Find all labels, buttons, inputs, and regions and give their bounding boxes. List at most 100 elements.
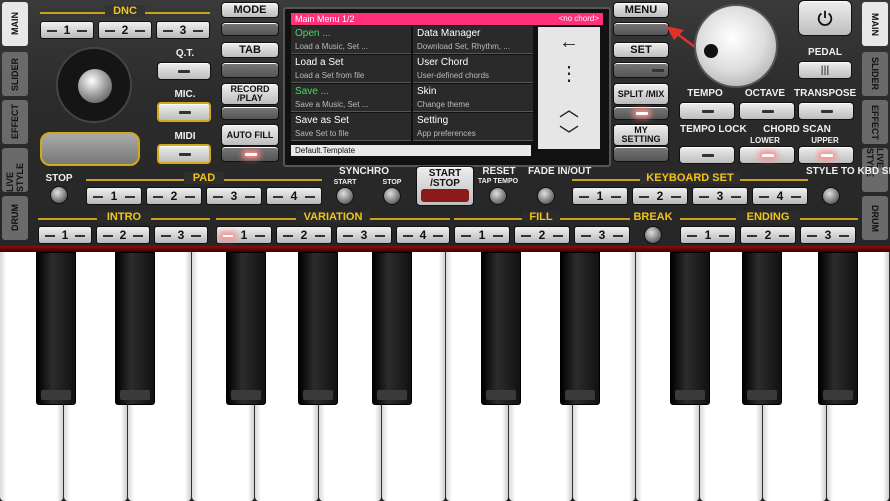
pedal-button[interactable]: ||| bbox=[798, 61, 852, 79]
tab-drum-right[interactable]: DRUM bbox=[862, 196, 888, 240]
break-button[interactable] bbox=[644, 226, 662, 244]
more-vertical-icon[interactable]: ⋮ bbox=[556, 61, 582, 86]
chord-scan-upper-button[interactable] bbox=[798, 146, 854, 164]
menu-item-sub: Load a Music, Set ... bbox=[295, 42, 368, 51]
power-button[interactable] bbox=[798, 0, 852, 36]
black-key[interactable] bbox=[298, 252, 338, 405]
style-to-kbd-button[interactable] bbox=[822, 187, 840, 205]
tab-drum[interactable]: DRUM bbox=[2, 196, 28, 240]
mode-led-button[interactable] bbox=[221, 22, 279, 36]
my-setting-led-button[interactable] bbox=[613, 146, 669, 162]
chevron-down-icon[interactable]: ﹀ bbox=[556, 119, 582, 148]
black-key[interactable] bbox=[742, 252, 782, 405]
midi-button[interactable] bbox=[157, 144, 211, 164]
dnc-button-2[interactable]: 2 bbox=[98, 21, 152, 39]
menu-item-save[interactable]: Save ... Save a Music, Set ... bbox=[291, 84, 411, 112]
screen-header: Main Menu 1/2 <no chord> bbox=[291, 13, 603, 25]
intro-button-3[interactable]: 3 bbox=[154, 226, 208, 244]
tab-main[interactable]: MAIN bbox=[2, 2, 28, 46]
mode-button[interactable]: MODE bbox=[221, 2, 279, 18]
tab-live-style[interactable]: LIVE STYLE bbox=[2, 148, 28, 192]
black-key[interactable] bbox=[670, 252, 710, 405]
tab-slider[interactable]: SLIDER bbox=[2, 52, 28, 96]
variation-button-3[interactable]: 3 bbox=[336, 226, 392, 244]
menu-item-save-as-set[interactable]: Save as Set Save Set to file bbox=[291, 113, 411, 141]
reset-label: RESET bbox=[482, 166, 516, 177]
auto-fill-led-button[interactable] bbox=[221, 146, 279, 162]
joystick[interactable] bbox=[56, 47, 132, 123]
menu-item-data-manager[interactable]: Data Manager Download Set, Rhythm, ... bbox=[413, 26, 533, 54]
tab-slider-right[interactable]: SLIDER bbox=[862, 52, 888, 96]
intro-button-1[interactable]: 1 bbox=[38, 226, 92, 244]
black-key[interactable] bbox=[226, 252, 266, 405]
dnc-button-1[interactable]: 1 bbox=[40, 21, 94, 39]
tab-led-button[interactable] bbox=[221, 62, 279, 78]
pad-button-4[interactable]: 4 bbox=[266, 187, 322, 205]
back-arrow-icon[interactable]: ← bbox=[556, 31, 582, 54]
black-key[interactable] bbox=[818, 252, 858, 405]
fill-button-2[interactable]: 2 bbox=[514, 226, 570, 244]
variation-label: VARIATION bbox=[296, 211, 370, 223]
chevron-up-icon[interactable]: ︿ bbox=[556, 93, 582, 122]
tempo-lock-button[interactable] bbox=[679, 146, 735, 164]
intro-button-2[interactable]: 2 bbox=[96, 226, 150, 244]
my-setting-button[interactable]: MY SETTING bbox=[613, 124, 669, 146]
reset-button[interactable] bbox=[489, 187, 507, 205]
auto-fill-button[interactable]: AUTO FILL bbox=[221, 124, 279, 146]
pad-stop-button[interactable] bbox=[50, 186, 68, 204]
mic-button[interactable] bbox=[157, 102, 211, 122]
menu-item-sub: Save a Music, Set ... bbox=[295, 100, 369, 109]
black-key[interactable] bbox=[481, 252, 521, 405]
ending-button-1[interactable]: 1 bbox=[680, 226, 736, 244]
pad-button-3[interactable]: 3 bbox=[206, 187, 262, 205]
kbd-set-button-1[interactable]: 1 bbox=[572, 187, 628, 205]
screen-title: Main Menu 1/2 bbox=[295, 14, 355, 24]
chord-scan-lower-button[interactable] bbox=[739, 146, 795, 164]
start-stop-button[interactable]: START /STOP bbox=[416, 166, 474, 206]
menu-item-sub: Load a Set from file bbox=[295, 71, 365, 80]
pad-button-1[interactable]: 1 bbox=[86, 187, 142, 205]
menu-item-setting[interactable]: Setting App preferences bbox=[413, 113, 533, 141]
dnc-button-3[interactable]: 3 bbox=[156, 21, 210, 39]
black-key[interactable] bbox=[36, 252, 76, 405]
variation-button-4[interactable]: 4 bbox=[396, 226, 450, 244]
kbd-set-button-4[interactable]: 4 bbox=[752, 187, 808, 205]
menu-item-skin[interactable]: Skin Change theme bbox=[413, 84, 533, 112]
tab-effect[interactable]: EFFECT bbox=[2, 100, 28, 144]
intro-label: INTRO bbox=[97, 211, 151, 223]
variation-button-2[interactable]: 2 bbox=[276, 226, 332, 244]
black-key[interactable] bbox=[372, 252, 412, 405]
split-mix-led-button[interactable] bbox=[613, 106, 669, 120]
menu-button[interactable]: MENU bbox=[613, 2, 669, 18]
joystick-knob[interactable] bbox=[78, 69, 112, 103]
qt-button[interactable] bbox=[157, 62, 211, 80]
menu-item-user-chord[interactable]: User Chord User-defined chords bbox=[413, 55, 533, 83]
tab-button[interactable]: TAB bbox=[221, 42, 279, 58]
pitch-pad[interactable] bbox=[40, 132, 140, 166]
break-label: BREAK bbox=[633, 211, 673, 223]
variation-button-1[interactable]: 1 bbox=[216, 226, 272, 244]
black-key[interactable] bbox=[560, 252, 600, 405]
record-play-button[interactable]: RECORD /PLAY bbox=[221, 83, 279, 105]
fill-button-1[interactable]: 1 bbox=[454, 226, 510, 244]
volume-knob[interactable] bbox=[694, 4, 778, 88]
synchro-stop-button[interactable] bbox=[383, 187, 401, 205]
black-key[interactable] bbox=[115, 252, 155, 405]
pad-button-2[interactable]: 2 bbox=[146, 187, 202, 205]
kbd-set-button-3[interactable]: 3 bbox=[692, 187, 748, 205]
ending-button-2[interactable]: 2 bbox=[740, 226, 796, 244]
fill-button-3[interactable]: 3 bbox=[574, 226, 630, 244]
kbd-set-button-2[interactable]: 2 bbox=[632, 187, 688, 205]
pedal-label: PEDAL bbox=[808, 47, 842, 58]
tab-effect-right[interactable]: EFFECT bbox=[862, 100, 888, 144]
tab-main-right[interactable]: MAIN bbox=[862, 2, 888, 46]
transpose-button[interactable] bbox=[798, 102, 854, 120]
octave-button[interactable] bbox=[739, 102, 795, 120]
tempo-button[interactable] bbox=[679, 102, 735, 120]
ending-button-3[interactable]: 3 bbox=[800, 226, 856, 244]
menu-item-open[interactable]: Open ... Load a Music, Set ... bbox=[291, 26, 411, 54]
menu-item-load-set[interactable]: Load a Set Load a Set from file bbox=[291, 55, 411, 83]
synchro-start-button[interactable] bbox=[336, 187, 354, 205]
fade-button[interactable] bbox=[537, 187, 555, 205]
record-led-button[interactable] bbox=[221, 106, 279, 120]
